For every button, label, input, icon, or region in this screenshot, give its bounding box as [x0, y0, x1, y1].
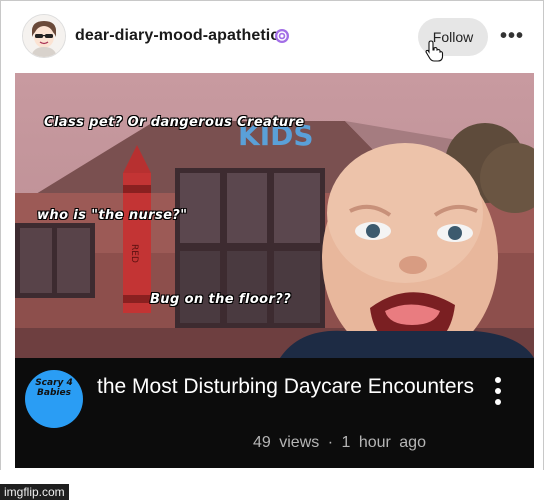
- blog-avatar[interactable]: [22, 14, 66, 58]
- more-options-icon[interactable]: •••: [500, 26, 524, 46]
- badge-icon: [275, 29, 289, 43]
- vertical-dots-icon[interactable]: [493, 376, 503, 406]
- video-title[interactable]: the Most Disturbing Daycare Encounters: [97, 374, 477, 400]
- video-info-bar: Scary 4 Babies the Most Disturbing Dayca…: [15, 358, 534, 468]
- imgflip-watermark: imgflip.com: [0, 484, 69, 500]
- video-thumbnail[interactable]: KIDS RED Class pet? Or dangerous Creatur…: [15, 73, 534, 358]
- crayon-text: RED: [129, 244, 139, 263]
- overlay-line-3: Bug on the floor??: [150, 292, 292, 307]
- video-meta: 49 views · 1 hour ago: [253, 434, 426, 451]
- overlay-line-2: who is "the nurse?": [37, 208, 188, 223]
- channel-avatar-text: Scary 4 Babies: [35, 378, 73, 398]
- youtube-embed[interactable]: KIDS RED Class pet? Or dangerous Creatur…: [15, 73, 534, 468]
- bottom-strip: [0, 470, 544, 500]
- blog-name[interactable]: dear-diary-mood-apathetic: [75, 27, 279, 45]
- channel-avatar[interactable]: Scary 4 Babies: [25, 370, 83, 428]
- cursor-icon: [425, 40, 444, 62]
- post-header: dear-diary-mood-apathetic Follow •••: [0, 0, 544, 72]
- overlay-line-1: Class pet? Or dangerous Creature: [44, 115, 305, 130]
- avatar-icon: [23, 15, 65, 57]
